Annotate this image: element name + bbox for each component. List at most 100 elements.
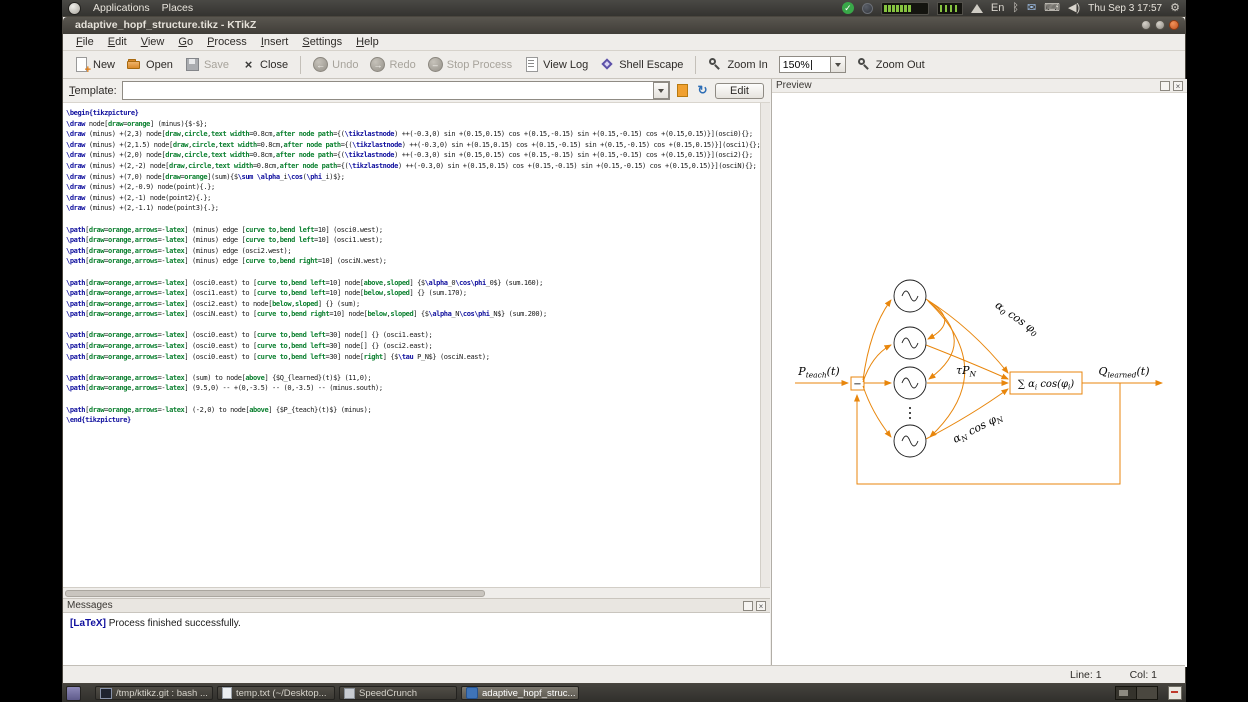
svg-text:α0 cos φ0: α0 cos φ0 [992,298,1042,339]
close-pane-icon[interactable]: × [756,601,766,611]
minimize-button[interactable] [1141,20,1151,30]
redo-button[interactable]: →Redo [365,55,420,74]
code-line[interactable]: \path[draw=orange,arrows=-latex] (minus)… [66,235,760,246]
zoom-in-button[interactable]: Zoom In [703,55,772,74]
taskbar-item-speedcrunch[interactable]: SpeedCrunch [339,686,457,700]
updates-ok-icon[interactable]: ✓ [842,2,854,14]
menu-edit[interactable]: Edit [101,35,134,49]
distro-logo-icon[interactable] [68,2,81,15]
view-log-button[interactable]: View Log [519,55,593,74]
taskbar-item-textfile[interactable]: temp.txt (~/Desktop... [217,686,335,700]
choose-template-icon[interactable] [677,84,688,97]
places-menu[interactable]: Places [162,2,194,14]
reload-template-icon[interactable]: ↻ [695,83,710,98]
menu-process[interactable]: Process [200,35,254,49]
new-button[interactable]: New [69,55,120,74]
code-line[interactable] [66,320,760,331]
close-pane-icon[interactable]: × [1173,81,1183,91]
code-line[interactable]: \path[draw=orange,arrows=-latex] (sum) t… [66,373,760,384]
detach-pane-icon[interactable] [1160,81,1170,91]
bluetooth-icon[interactable]: ᛒ [1012,0,1019,16]
code-line[interactable] [66,362,760,373]
code-line[interactable]: \path[draw=orange,arrows=-latex] (osciN.… [66,309,760,320]
wifi-icon[interactable] [971,4,983,13]
save-button[interactable]: Save [180,55,234,74]
stop-process-button[interactable]: –Stop Process [423,55,517,74]
volume-icon[interactable]: ◀) [1068,0,1080,16]
code-line[interactable]: \draw (minus) +(2,-0.9) node(point){.}; [66,182,760,193]
notes-applet-icon[interactable] [1168,686,1182,700]
template-combo-arrow[interactable] [653,82,669,99]
clock[interactable]: Thu Sep 3 17:57 [1088,3,1162,14]
code-line[interactable]: \draw node[draw=orange] (minus){$-$}; [66,119,760,130]
code-line[interactable]: \path[draw=orange,arrows=-latex] (osci0.… [66,278,760,289]
close-button[interactable] [1169,20,1179,30]
tikz-preview-diagram: Pteach(t) − [772,93,1187,667]
titlebar[interactable]: adaptive_hopf_structure.tikz - KTikZ [63,17,1185,34]
zoom-out-button[interactable]: Zoom Out [852,55,930,74]
network-globe-icon[interactable] [862,3,873,14]
cpu-meter[interactable] [937,2,963,15]
editor-horizontal-scrollbar[interactable] [63,587,770,598]
code-line[interactable]: \path[draw=orange,arrows=-latex] (minus)… [66,225,760,236]
workspace-2[interactable] [1137,687,1157,699]
code-line[interactable] [66,267,760,278]
code-line[interactable]: \end{tikzpicture} [66,415,760,426]
code-line[interactable]: \path[draw=orange,arrows=-latex] (9.5,0)… [66,383,760,394]
edit-template-button[interactable]: Edit [715,83,764,99]
scrollbar-thumb[interactable] [65,590,485,597]
code-line[interactable]: \draw (minus) +(2,-2) node[draw,circle,t… [66,161,760,172]
code-line[interactable]: \draw (minus) +(7,0) node[draw=orange](s… [66,172,760,183]
battery-meter[interactable] [881,2,929,15]
code-editor[interactable]: \begin{tikzpicture}\draw node[draw=orang… [63,103,760,587]
menu-go[interactable]: Go [171,35,200,49]
template-combo-value[interactable] [123,82,653,99]
taskbar-item-ktikz[interactable]: adaptive_hopf_struc... [461,686,579,700]
template-combo[interactable] [122,81,670,100]
menu-file[interactable]: File [69,35,101,49]
code-line[interactable]: \draw (minus) +(2,0) node[draw,circle,te… [66,150,760,161]
desktop: Applications Places ✓ En ᛒ ✉ ⌨ ◀) Thu Se… [62,0,1186,702]
show-desktop-icon[interactable] [66,686,81,701]
editor-pane: Template: ↻ Edit \begin{tikzpicture}\dra… [63,79,770,667]
keyboard-icon[interactable]: ⌨ [1044,0,1060,16]
code-line[interactable]: \draw (minus) +(2,3) node[draw,circle,te… [66,129,760,140]
applications-menu[interactable]: Applications [93,2,150,14]
code-line[interactable]: \begin{tikzpicture} [66,108,760,119]
close-file-button[interactable]: ×Close [236,55,293,74]
code-line[interactable]: \draw (minus) +(2,-1.1) node(point3){.}; [66,203,760,214]
code-line[interactable] [66,394,760,405]
toolbar-separator [695,56,696,74]
code-line[interactable]: \path[draw=orange,arrows=-latex] (osci0.… [66,352,760,363]
keyboard-layout-indicator[interactable]: En [991,0,1004,16]
shell-escape-button[interactable]: Shell Escape [595,55,688,74]
code-line[interactable]: \path[draw=orange,arrows=-latex] (osci0.… [66,330,760,341]
oscillator-nodes [894,280,926,457]
menu-view[interactable]: View [134,35,172,49]
code-line[interactable]: \path[draw=orange,arrows=-latex] (osci0.… [66,341,760,352]
zoom-level-input[interactable]: 150% [779,56,830,73]
open-button[interactable]: Open [122,55,178,74]
mail-icon[interactable]: ✉ [1027,0,1036,16]
undo-button[interactable]: ←Undo [308,55,363,74]
code-line[interactable]: \path[draw=orange,arrows=-latex] (osci1.… [66,288,760,299]
taskbar-item-terminal[interactable]: /tmp/ktikz.git : bash ... [95,686,213,700]
zoom-combo-arrow[interactable] [830,56,846,73]
preview-title: Preview [776,80,812,91]
menu-help[interactable]: Help [349,35,386,49]
session-gear-icon[interactable]: ⚙ [1170,0,1180,16]
detach-pane-icon[interactable] [743,601,753,611]
code-line[interactable]: \path[draw=orange,arrows=-latex] (minus)… [66,246,760,257]
code-line[interactable]: \path[draw=orange,arrows=-latex] (-2,0) … [66,405,760,416]
editor-vertical-scrollbar[interactable] [760,103,770,587]
menu-settings[interactable]: Settings [295,35,349,49]
menu-insert[interactable]: Insert [254,35,296,49]
workspace-1[interactable] [1116,687,1137,699]
code-line[interactable]: \draw (minus) +(2,-1) node(point2){.}; [66,193,760,204]
cursor-col-indicator: Col: 1 [1130,669,1157,681]
code-line[interactable]: \draw (minus) +(2,1.5) node[draw,circle,… [66,140,760,151]
maximize-button[interactable] [1155,20,1165,30]
code-line[interactable]: \path[draw=orange,arrows=-latex] (minus)… [66,256,760,267]
code-line[interactable] [66,214,760,225]
code-line[interactable]: \path[draw=orange,arrows=-latex] (osci2.… [66,299,760,310]
